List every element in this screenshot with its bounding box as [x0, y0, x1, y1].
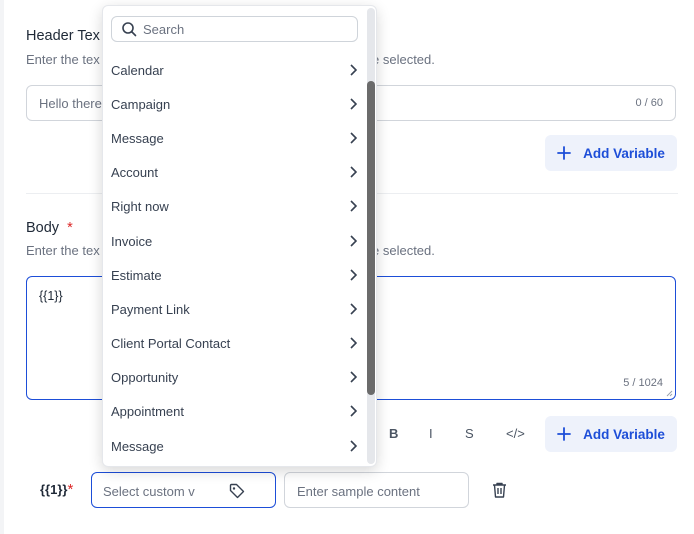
menu-item-label: Message — [111, 438, 164, 454]
search-placeholder: Search — [143, 21, 185, 37]
menu-item-campaign[interactable]: Campaign — [111, 91, 357, 117]
header-hint-right: e selected. — [372, 52, 435, 67]
menu-item-label: Right now — [111, 198, 169, 214]
sample-content-placeholder: Enter sample content — [297, 484, 420, 499]
chevron-right-icon — [350, 440, 357, 452]
menu-item-client-portal-contact[interactable]: Client Portal Contact — [111, 330, 357, 356]
menu-item-label: Client Portal Contact — [111, 335, 231, 351]
header-title: Header Tex — [26, 28, 100, 44]
menu-item-calendar[interactable]: Calendar — [111, 57, 357, 83]
chevron-right-icon — [350, 200, 357, 212]
menu-item-message-2[interactable]: Message — [111, 433, 357, 459]
body-title: Body * — [26, 220, 73, 236]
chevron-right-icon — [350, 303, 357, 315]
menu-item-label: Estimate — [111, 267, 162, 283]
menu-item-label: Account — [111, 164, 158, 180]
body-text: {{1}} — [39, 289, 63, 303]
tag-icon — [229, 483, 245, 499]
dropdown-scrollbar-thumb[interactable] — [367, 81, 375, 395]
chevron-right-icon — [350, 337, 357, 349]
plus-icon — [557, 427, 572, 441]
header-hint-left: Enter the tex — [26, 52, 100, 67]
left-border — [0, 0, 4, 534]
variable-label: {{1}}* — [40, 481, 73, 498]
menu-item-payment-link[interactable]: Payment Link — [111, 296, 357, 322]
chevron-right-icon — [350, 64, 357, 76]
chevron-right-icon — [350, 235, 357, 247]
menu-item-message[interactable]: Message — [111, 125, 357, 151]
chevron-right-icon — [350, 371, 357, 383]
chevron-right-icon — [350, 269, 357, 281]
variable-dropdown-menu: Search Calendar Campaign Message Account… — [102, 5, 377, 467]
menu-item-label: Opportunity — [111, 369, 179, 385]
variable-label-text: {{1}} — [40, 482, 68, 497]
menu-item-invoice[interactable]: Invoice — [111, 228, 357, 254]
plus-icon — [557, 146, 572, 160]
strikethrough-button[interactable]: S — [465, 426, 474, 441]
chevron-right-icon — [350, 98, 357, 110]
sample-content-input[interactable]: Enter sample content — [284, 472, 469, 508]
chevron-right-icon — [350, 132, 357, 144]
resize-handle-icon[interactable] — [666, 390, 673, 397]
italic-button[interactable]: I — [429, 426, 433, 441]
menu-item-label: Appointment — [111, 403, 184, 419]
header-add-variable-button[interactable]: Add Variable — [545, 135, 677, 171]
header-char-counter: 0 / 60 — [635, 97, 663, 109]
menu-item-appointment[interactable]: Appointment — [111, 398, 357, 424]
menu-item-right-now[interactable]: Right now — [111, 193, 357, 219]
required-mark: * — [67, 220, 73, 236]
menu-item-label: Message — [111, 130, 164, 146]
body-hint-left: Enter the tex — [26, 243, 100, 258]
menu-item-account[interactable]: Account — [111, 159, 357, 185]
trash-icon[interactable] — [491, 481, 508, 499]
add-variable-label: Add Variable — [583, 426, 665, 442]
required-mark: * — [67, 481, 74, 498]
header-input-value: Hello there — [39, 96, 102, 111]
search-icon — [122, 22, 137, 37]
custom-field-placeholder: Select custom v — [103, 484, 195, 499]
menu-item-label: Payment Link — [111, 301, 190, 317]
body-char-counter: 5 / 1024 — [623, 377, 663, 389]
menu-item-opportunity[interactable]: Opportunity — [111, 364, 357, 390]
bold-button[interactable]: B — [389, 426, 398, 441]
body-add-variable-button[interactable]: Add Variable — [545, 416, 677, 452]
add-variable-label: Add Variable — [583, 145, 665, 161]
custom-field-select[interactable]: Select custom v — [91, 472, 276, 508]
code-button[interactable]: </> — [506, 426, 525, 441]
chevron-right-icon — [350, 405, 357, 417]
menu-item-label: Invoice — [111, 233, 153, 249]
body-hint-right: e selected. — [372, 243, 435, 258]
menu-item-label: Campaign — [111, 96, 171, 112]
dropdown-search-input[interactable]: Search — [111, 16, 358, 42]
menu-item-estimate[interactable]: Estimate — [111, 262, 357, 288]
body-title-text: Body — [26, 220, 60, 236]
chevron-right-icon — [350, 166, 357, 178]
menu-item-label: Calendar — [111, 62, 164, 78]
